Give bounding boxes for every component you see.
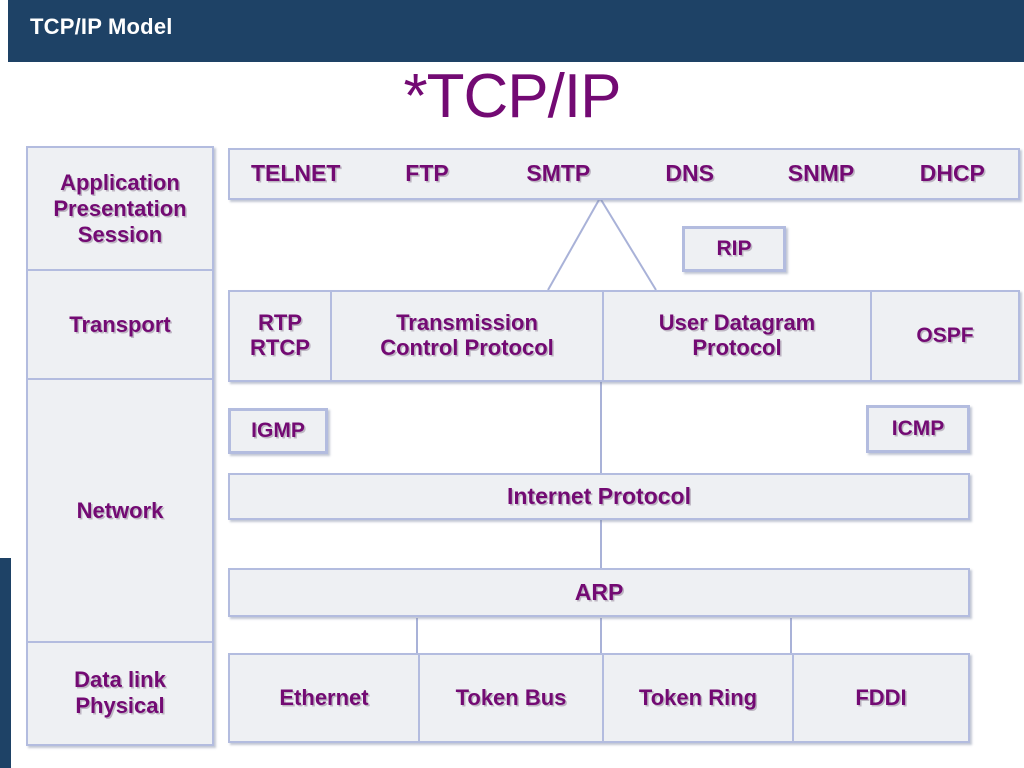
protocol-box-tcp-label: Transmission Control Protocol xyxy=(380,310,554,360)
osi-layer-stack: Application Presentation Session Transpo… xyxy=(26,146,214,746)
osi-layer-network: Network xyxy=(28,378,212,640)
protocol-box-ethernet-label: Ethernet xyxy=(279,684,369,710)
protocol-box-arp[interactable]: ARP xyxy=(228,568,970,617)
protocol-box-igmp[interactable]: IGMP xyxy=(228,408,328,454)
protocol-box-snmp-label: SNMP xyxy=(787,160,855,187)
protocol-box-udp[interactable]: User Datagram Protocol xyxy=(602,292,870,380)
protocol-box-ftp-label: FTP xyxy=(405,160,449,187)
protocol-box-rip[interactable]: RIP xyxy=(682,226,786,272)
protocol-box-token-bus[interactable]: Token Bus xyxy=(418,655,602,741)
protocol-box-fddi[interactable]: FDDI xyxy=(792,655,968,741)
protocol-box-dns-label: DNS xyxy=(665,160,714,187)
protocol-box-internet-protocol-label: Internet Protocol xyxy=(506,482,691,509)
protocol-box-snmp[interactable]: SNMP xyxy=(755,150,886,198)
protocol-box-tcp[interactable]: Transmission Control Protocol xyxy=(330,292,602,380)
protocol-box-icmp[interactable]: ICMP xyxy=(866,405,970,453)
protocol-box-smtp-label: SMTP xyxy=(526,160,591,187)
header-bar: TCP/IP Model xyxy=(8,0,1024,62)
protocol-box-ethernet[interactable]: Ethernet xyxy=(230,655,418,741)
protocol-box-token-bus-label: Token Bus xyxy=(455,684,567,710)
ip-to-arp-connector xyxy=(600,520,602,568)
osi-layer-network-label: Network xyxy=(76,497,164,523)
protocol-box-dhcp-label: DHCP xyxy=(919,160,985,187)
protocol-box-telnet[interactable]: TELNET xyxy=(230,150,361,198)
link-layer-row: Ethernet Token Bus Token Ring FDDI xyxy=(228,653,970,743)
slide-title: *TCP/IP xyxy=(403,62,622,131)
protocol-box-ospf-label: OSPF xyxy=(916,324,974,348)
protocol-box-ospf[interactable]: OSPF xyxy=(870,292,1018,380)
protocol-box-token-ring[interactable]: Token Ring xyxy=(602,655,792,741)
transport-protocol-row: RTP RTCP Transmission Control Protocol U… xyxy=(228,290,1020,382)
osi-layer-datalink-label: Data link Physical xyxy=(74,667,166,719)
protocol-box-igmp-label: IGMP xyxy=(251,419,305,443)
transport-to-ip-connector xyxy=(600,380,602,474)
arp-to-link-connector-3 xyxy=(790,618,792,654)
protocol-box-dhcp[interactable]: DHCP xyxy=(887,150,1018,198)
osi-layer-transport: Transport xyxy=(28,269,212,378)
osi-layer-application-label: Application Presentation Session xyxy=(53,169,187,247)
osi-layer-transport-label: Transport xyxy=(69,311,171,337)
protocol-box-token-ring-label: Token Ring xyxy=(638,684,758,710)
page-title: TCP/IP Model xyxy=(30,14,173,39)
protocol-box-fddi-label: FDDI xyxy=(855,684,907,710)
application-protocol-row: TELNET FTP SMTP DNS SNMP DHCP xyxy=(228,148,1020,200)
left-accent-stub xyxy=(0,558,11,768)
protocol-box-smtp[interactable]: SMTP xyxy=(493,150,624,198)
protocol-box-rip-label: RIP xyxy=(716,237,752,261)
protocol-box-internet-protocol[interactable]: Internet Protocol xyxy=(228,473,970,520)
osi-layer-datalink: Data link Physical xyxy=(28,640,212,744)
protocol-box-icmp-label: ICMP xyxy=(891,417,945,441)
arp-to-link-connector-1 xyxy=(416,618,418,654)
osi-layer-application: Application Presentation Session xyxy=(28,148,212,269)
protocol-box-rtp-rtcp[interactable]: RTP RTCP xyxy=(230,292,330,380)
arp-to-link-connector-2 xyxy=(600,618,602,654)
protocol-box-rtp-rtcp-label: RTP RTCP xyxy=(250,310,310,360)
application-to-transport-connector xyxy=(547,197,657,291)
protocol-box-telnet-label: TELNET xyxy=(250,160,341,187)
protocol-box-arp-label: ARP xyxy=(574,578,624,605)
protocol-box-ftp[interactable]: FTP xyxy=(361,150,492,198)
protocol-box-udp-label: User Datagram Protocol xyxy=(658,310,816,360)
protocol-box-dns[interactable]: DNS xyxy=(624,150,755,198)
